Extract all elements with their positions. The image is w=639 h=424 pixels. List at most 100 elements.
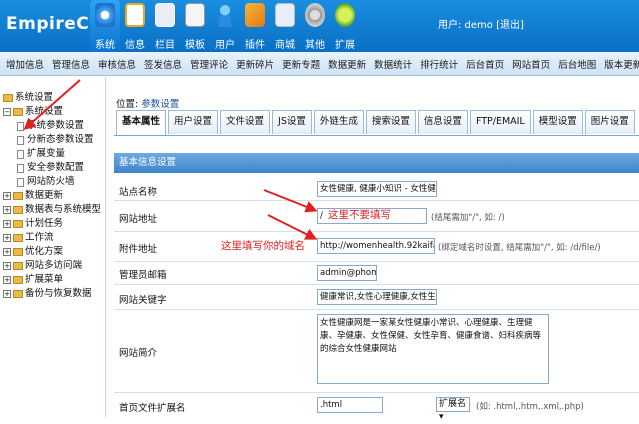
breadcrumb: 位置: 参数设置	[116, 99, 180, 110]
sidebar-item-system-settings[interactable]: − 系统设置	[3, 105, 101, 119]
expand-icon[interactable]: +	[3, 248, 11, 256]
expand-icon[interactable]: +	[3, 220, 11, 228]
plugin-icon	[245, 3, 265, 27]
subnav-data-update[interactable]: 数据更新	[328, 57, 366, 71]
document-icon	[17, 163, 24, 173]
sidebar-item-backup-restore[interactable]: + 备份与恢复数据	[3, 287, 101, 301]
keywords-input[interactable]: 健康常识,女性心理健康,女性生理健康,女	[317, 289, 437, 305]
keywords-label: 网站关键字	[119, 295, 167, 306]
subnav-site-home[interactable]: 网站首页	[512, 57, 550, 71]
sidebar-item-dynamic-params[interactable]: 分新态参数设置	[3, 133, 101, 147]
expand-icon[interactable]: +	[3, 234, 11, 242]
site-name-input[interactable]: 女性健康, 健康小知识 - 女性健康网	[317, 181, 437, 197]
nav-plugin[interactable]: 插件	[240, 0, 270, 52]
extend-icon	[335, 3, 355, 27]
nav-system[interactable]: 系统	[90, 0, 120, 52]
nav-shop[interactable]: 商城	[270, 0, 300, 52]
attach-url-hint: (绑定域名时设置, 结尾需加"/", 如: /d/file/)	[438, 243, 601, 253]
admin-email-label: 管理员邮箱	[119, 270, 167, 281]
nav-extend[interactable]: 扩展	[330, 0, 360, 52]
attach-url-input[interactable]: http://womenhealth.92kaifa.com/d/file/	[317, 238, 435, 254]
sidebar-item-multi-access[interactable]: + 网站多访问端	[3, 259, 101, 273]
sidebar-item-tables-models[interactable]: + 数据表与系统模型	[3, 203, 101, 217]
template-icon	[185, 3, 205, 27]
attach-url-label: 附件地址	[119, 244, 158, 255]
document-icon	[17, 149, 24, 159]
sidebar-item-scheduled-tasks[interactable]: + 计划任务	[3, 217, 101, 231]
tab-js[interactable]: JS设置	[272, 110, 312, 134]
subnav-sign-info[interactable]: 签发信息	[144, 57, 182, 71]
sidebar-item-optimization[interactable]: + 优化方案	[3, 245, 101, 259]
system-icon	[95, 3, 115, 27]
index-ext-input[interactable]: .html	[317, 397, 383, 413]
top-header: EmpireCMS 系统 信息 栏目 模板 用户 插件 商城 其他 扩展 用户:…	[0, 0, 639, 52]
user-icon	[215, 3, 235, 27]
breadcrumb-link[interactable]: 参数设置	[141, 99, 179, 110]
expand-icon[interactable]: +	[3, 262, 11, 270]
document-icon	[17, 135, 24, 145]
subnav-admin-map[interactable]: 后台地图	[558, 57, 596, 71]
sidebar-item-system-settings-root[interactable]: 系统设置	[3, 91, 101, 105]
folder-icon	[13, 262, 23, 270]
expand-icon[interactable]: +	[3, 206, 11, 214]
sidebar-item-data-update[interactable]: + 数据更新	[3, 189, 101, 203]
tab-user[interactable]: 用户设置	[168, 110, 219, 134]
sidebar-item-extend-vars[interactable]: 扩展变量	[3, 147, 101, 161]
nav-user[interactable]: 用户	[210, 0, 240, 52]
folder-icon	[13, 206, 23, 214]
subnav-update-fragments[interactable]: 更新碎片	[236, 57, 274, 71]
folder-icon	[13, 220, 23, 228]
admin-email-input[interactable]: admin@phome.net	[317, 265, 377, 281]
sidebar-item-workflow[interactable]: + 工作流	[3, 231, 101, 245]
subnav-add-info[interactable]: 增加信息	[6, 57, 44, 71]
sidebar-item-extend-menu[interactable]: + 扩展菜单	[3, 273, 101, 287]
site-url-label: 网站地址	[119, 214, 158, 225]
column-icon	[155, 3, 175, 27]
index-ext-label: 首页文件扩展名	[119, 403, 186, 414]
collapse-icon[interactable]: −	[3, 108, 11, 116]
subnav-data-stats[interactable]: 数据统计	[374, 57, 412, 71]
tab-info[interactable]: 信息设置	[417, 110, 468, 134]
sidebar: 系统设置 − 系统设置 系统参数设置 分新态参数设置 扩展变量 安全参数配置 网站…	[0, 77, 106, 417]
row-index-ext: 首页文件扩展名 .html 扩展名 ▾ (如: .html,.htm,.xml,…	[114, 393, 639, 422]
nav-column[interactable]: 栏目	[150, 0, 180, 52]
nav-template[interactable]: 模板	[180, 0, 210, 52]
subnav-rank-stats[interactable]: 排行统计	[420, 57, 458, 71]
index-ext-select[interactable]: 扩展名 ▾	[436, 397, 470, 422]
site-name-label: 站点名称	[119, 187, 158, 198]
subnav-review-info[interactable]: 审核信息	[98, 57, 136, 71]
expand-icon[interactable]: +	[3, 276, 11, 284]
sidebar-item-firewall[interactable]: 网站防火墙	[3, 175, 101, 189]
tab-file[interactable]: 文件设置	[220, 110, 271, 134]
expand-icon[interactable]: +	[3, 192, 11, 200]
document-icon	[17, 177, 24, 187]
row-keywords: 网站关键字 健康常识,女性心理健康,女性生理健康,女	[114, 285, 639, 310]
subnav-manage-comments[interactable]: 管理评论	[190, 57, 228, 71]
description-textarea[interactable]: 女性健康网是一家某女性健康小常识、心理健康、生理健康、孕健康、女性保健、女性孕育…	[317, 314, 549, 384]
tab-image[interactable]: 图片设置	[584, 110, 635, 134]
section-title: 基本信息设置	[114, 153, 639, 173]
sidebar-item-system-params[interactable]: 系统参数设置	[3, 119, 101, 133]
subnav-admin-home[interactable]: 后台首页	[466, 57, 504, 71]
tab-ftp-email[interactable]: FTP/EMAIL	[469, 110, 531, 134]
tab-model[interactable]: 模型设置	[532, 110, 583, 134]
settings-form: 基本信息设置 站点名称 女性健康, 健康小知识 - 女性健康网 网站地址 / (…	[114, 135, 639, 422]
info-icon	[125, 3, 145, 27]
tab-outlink[interactable]: 外链生成	[313, 110, 364, 134]
sub-nav: 增加信息 管理信息 审核信息 签发信息 管理评论 更新碎片 更新专题 数据更新 …	[0, 52, 639, 76]
tab-search[interactable]: 搜索设置	[365, 110, 416, 134]
subnav-update-topics[interactable]: 更新专题	[282, 57, 320, 71]
tab-basic[interactable]: 基本属性	[116, 110, 167, 135]
nav-info[interactable]: 信息	[120, 0, 150, 52]
settings-tabs: 基本属性 用户设置 文件设置 JS设置 外链生成 搜索设置 信息设置 FTP/E…	[116, 110, 637, 135]
expand-icon[interactable]: +	[3, 290, 11, 298]
user-info[interactable]: 用户: demo [退出]	[438, 16, 524, 31]
subnav-manage-info[interactable]: 管理信息	[52, 57, 90, 71]
gear-icon	[305, 3, 325, 27]
nav-other[interactable]: 其他	[300, 0, 330, 52]
annotation-do-not-fill: 这里不要填写	[328, 209, 391, 221]
index-ext-hint: (如: .html,.htm,.xml,.php)	[476, 402, 584, 412]
sidebar-item-security-config[interactable]: 安全参数配置	[3, 161, 101, 175]
folder-icon	[13, 248, 23, 256]
subnav-version-update[interactable]: 版本更新	[604, 57, 639, 71]
